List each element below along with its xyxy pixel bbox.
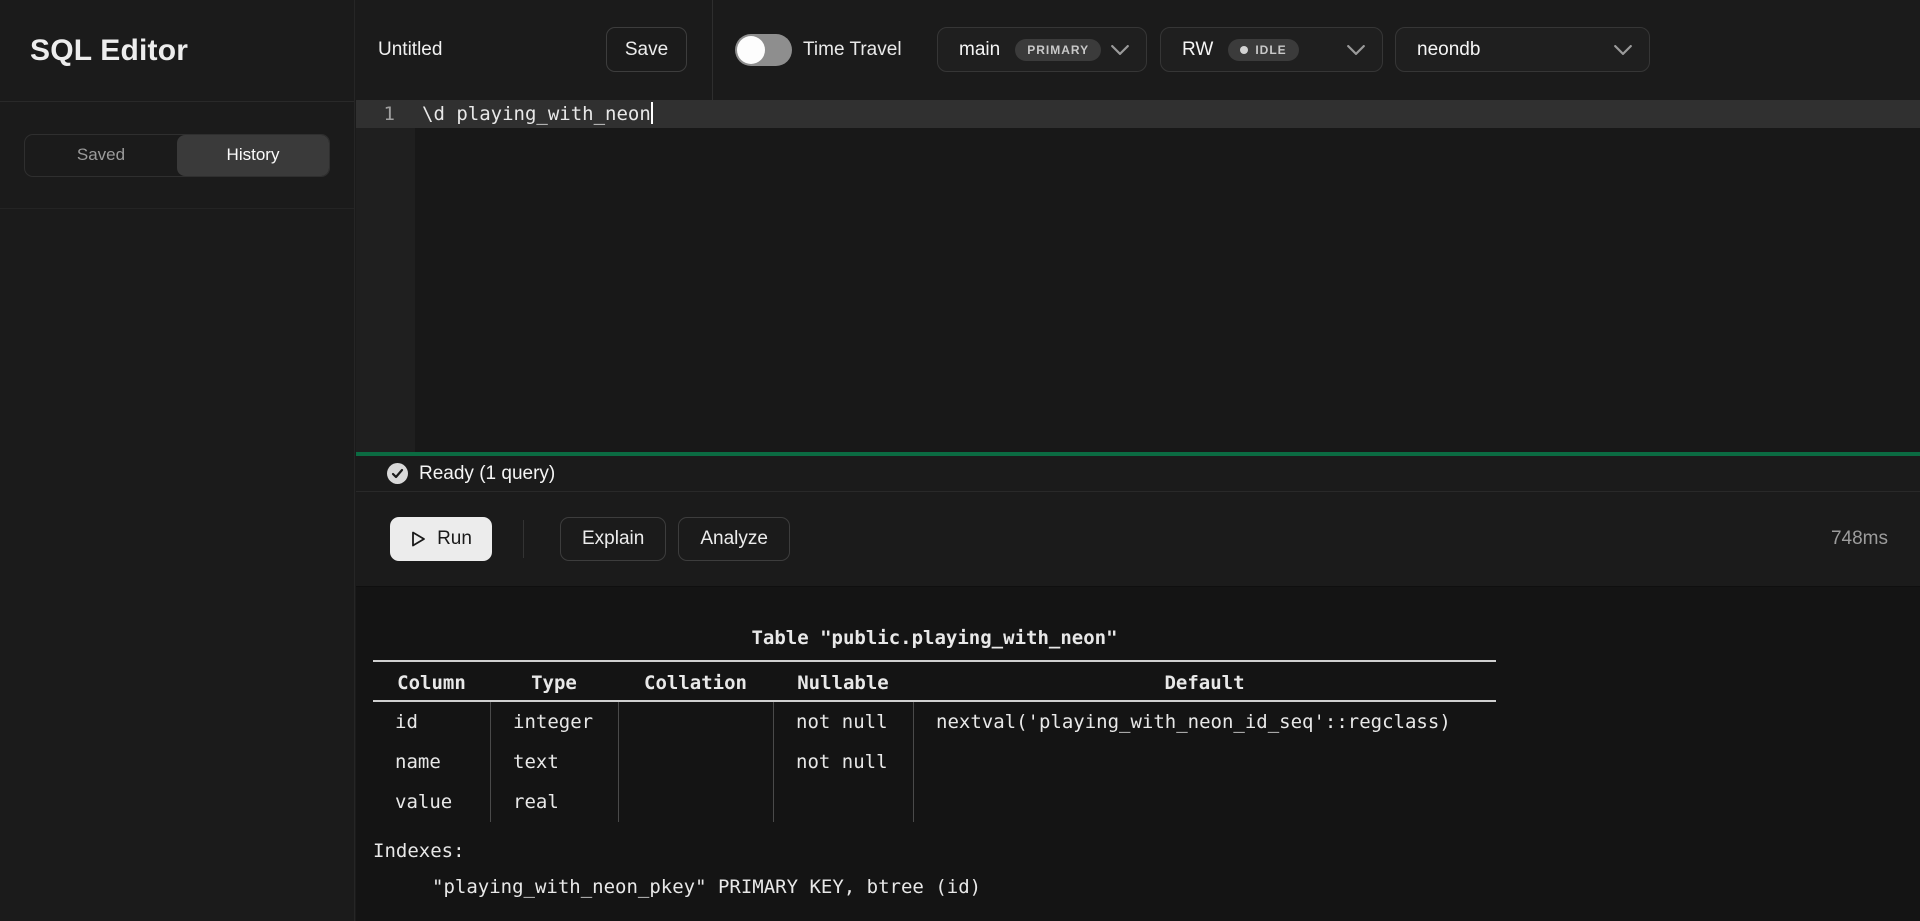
table-cell [618,742,773,782]
database-dropdown[interactable]: neondb [1395,27,1650,72]
table-cell: text [490,742,618,782]
main-panel: Untitled Save Time Travel main PRIMARY R… [356,0,1920,921]
branch-name: main [959,39,1000,61]
table-cell [618,702,773,742]
chevron-down-icon [1347,45,1365,55]
play-icon [410,530,427,548]
toggle-knob-icon [737,36,765,64]
saved-history-segmented-control: Saved History [24,134,330,177]
sidebar-tabs-container: Saved History [0,102,354,209]
table-body: id integer not null nextval('playing_wit… [373,702,1496,822]
table-cell: real [490,782,618,822]
action-bar: Run Explain Analyze 748ms [356,493,1920,585]
results-panel: Table "public.playing_with_neon" Column … [356,586,1920,921]
primary-badge: PRIMARY [1015,39,1101,61]
table-row: value real [373,782,1496,822]
table-cell: value [373,782,490,822]
editor-gutter [356,100,415,452]
header-column: Column [373,662,490,704]
explain-button[interactable]: Explain [560,517,666,561]
table-row: id integer not null nextval('playing_wit… [373,702,1496,742]
database-name: neondb [1417,39,1480,61]
table-cell [913,782,1496,822]
status-bar: Ready (1 query) [356,456,1920,492]
query-duration: 748ms [1831,493,1888,585]
line-number: 1 [356,100,415,128]
sidebar: SQL Editor Saved History [0,0,355,921]
idle-status-badge: IDLE [1228,39,1298,61]
sql-editor-app: SQL Editor Saved History Untitled Save T… [0,0,1920,921]
check-circle-icon [387,463,408,484]
table-cell: name [373,742,490,782]
table-cell [913,742,1496,782]
header-type: Type [490,662,618,704]
compute-dropdown[interactable]: RW IDLE [1160,27,1383,72]
table-cell: integer [490,702,618,742]
sidebar-header: SQL Editor [0,0,354,102]
status-dot-icon [1240,46,1248,54]
topbar-divider [712,0,713,100]
table-cell: not null [773,702,913,742]
button-divider [523,520,524,558]
compute-status-text: IDLE [1255,43,1286,57]
analyze-button[interactable]: Analyze [678,517,790,561]
table-cell: not null [773,742,913,782]
text-cursor [651,102,653,124]
status-message: Ready (1 query) [419,463,555,485]
compute-name: RW [1182,39,1213,61]
page-title: SQL Editor [30,34,188,68]
code-line[interactable]: \d playing_with_neon [422,100,653,128]
code-text: \d playing_with_neon [422,103,651,125]
table-header-row: Column Type Collation Nullable Default [373,660,1496,702]
save-button[interactable]: Save [606,27,687,72]
tab-history[interactable]: History [177,135,329,176]
run-button[interactable]: Run [390,517,492,561]
chevron-down-icon [1614,45,1632,55]
time-travel-label: Time Travel [803,0,902,100]
table-cell [618,782,773,822]
code-editor[interactable]: 1 \d playing_with_neon [356,100,1920,452]
header-default: Default [913,662,1496,704]
tab-saved[interactable]: Saved [25,135,177,176]
result-table: Column Type Collation Nullable Default i… [373,660,1496,822]
header-nullable: Nullable [773,662,913,704]
indexes-label: Indexes: [373,837,465,865]
query-title[interactable]: Untitled [378,0,442,100]
editor-topbar: Untitled Save Time Travel main PRIMARY R… [356,0,1920,100]
table-cell: nextval('playing_with_neon_id_seq'::regc… [913,702,1496,742]
result-table-title: Table "public.playing_with_neon" [373,624,1496,652]
table-cell [773,782,913,822]
branch-dropdown[interactable]: main PRIMARY [937,27,1147,72]
index-definition: "playing_with_neon_pkey" PRIMARY KEY, bt… [432,873,981,901]
chevron-down-icon [1111,45,1129,55]
header-collation: Collation [618,662,773,704]
table-row: name text not null [373,742,1496,782]
run-label: Run [437,528,472,550]
table-cell: id [373,702,490,742]
time-travel-toggle[interactable] [735,34,792,66]
